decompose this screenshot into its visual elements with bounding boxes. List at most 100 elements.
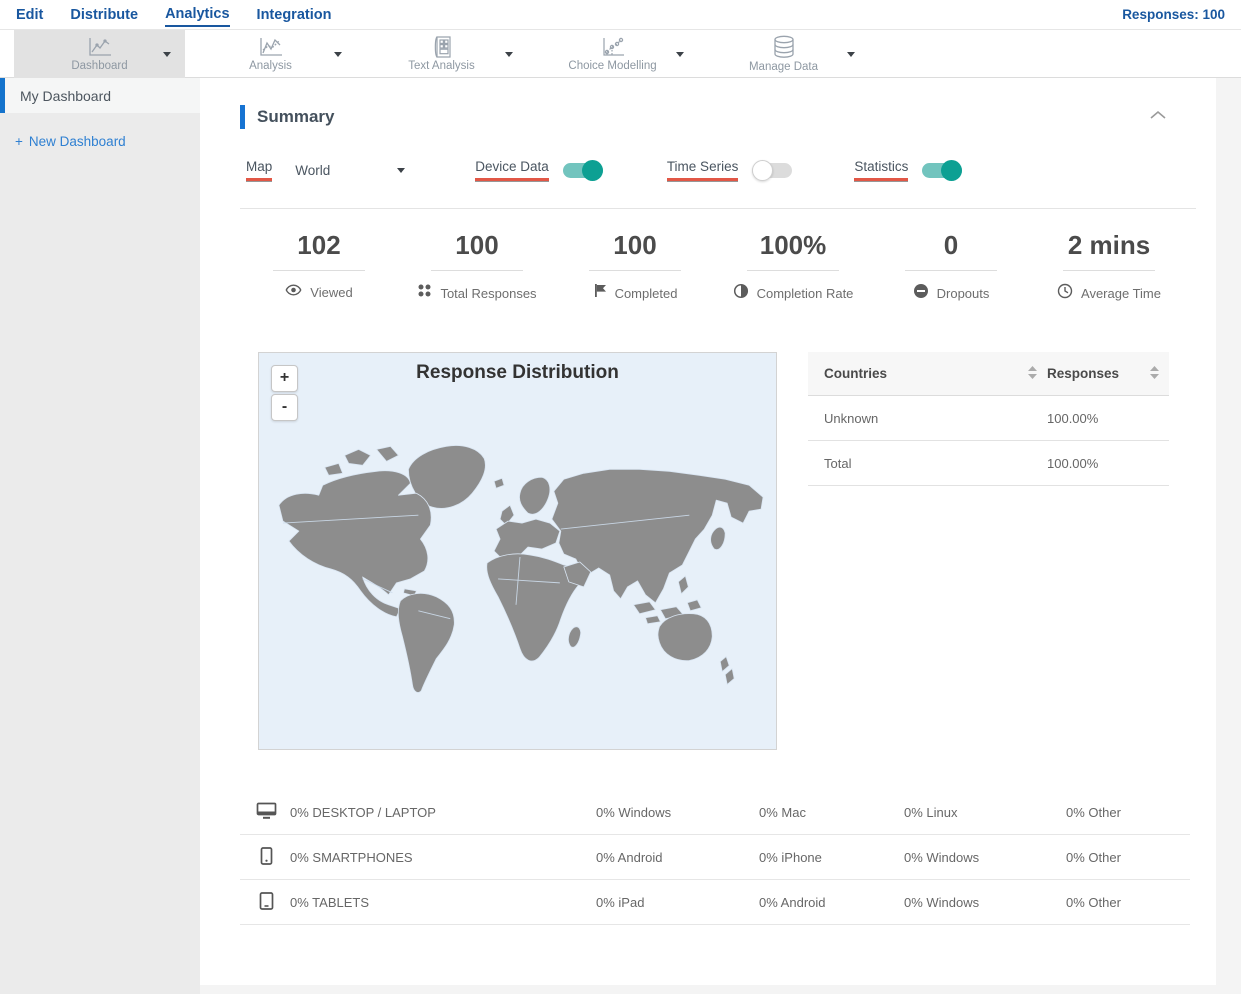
toolbar-item-analysis[interactable]: Analysis [185, 30, 356, 78]
countries-table-header: Countries Responses [808, 352, 1169, 396]
toolbar-item-choice-modelling[interactable]: Choice Modelling [527, 30, 698, 78]
stat-value: 2 mins [1067, 230, 1151, 260]
top-nav: Edit Distribute Analytics Integration Re… [0, 0, 1241, 30]
toolbar-item-manage-data[interactable]: Manage Data [698, 30, 869, 78]
zoom-in-button[interactable]: + [271, 365, 298, 392]
document-grid-icon [429, 36, 455, 58]
smartphone-icon [256, 846, 277, 868]
stat-value: 100% [759, 230, 827, 260]
stat-label: Average Time [1081, 286, 1161, 301]
table-row: 0% SMARTPHONES 0% Android 0% iPhone 0% W… [240, 835, 1190, 880]
nav-item-distribute[interactable]: Distribute [70, 3, 138, 26]
stat-total-responses: 100 Total Responses [398, 230, 556, 304]
toggle-knob [581, 159, 603, 181]
responses-count: Responses: 100 [1122, 7, 1225, 22]
map-label: Map [246, 159, 273, 181]
column-header-label: Responses [1047, 366, 1120, 381]
table-row: 0% TABLETS 0% iPad 0% Android 0% Windows… [240, 880, 1190, 925]
stat-completed: 100 Completed [556, 230, 714, 304]
map-zoom-controls: + - [271, 365, 298, 421]
time-series-label: Time Series [666, 159, 739, 181]
desktop-icon [256, 802, 277, 822]
device-stat: 0% Other [1066, 849, 1121, 865]
toggle-knob [941, 159, 963, 181]
table-row: Total 100.00% [808, 441, 1169, 486]
table-row: Unknown 100.00% [808, 396, 1169, 441]
new-dashboard-button[interactable]: + New Dashboard [0, 134, 200, 149]
flag-icon [593, 283, 607, 303]
device-stat: 0% Android [596, 849, 663, 865]
sidebar-item-my-dashboard[interactable]: My Dashboard [0, 78, 200, 113]
chevron-down-icon [676, 52, 684, 57]
country-responses: 100.00% [1047, 455, 1099, 471]
device-label: 0% TABLETS [290, 894, 369, 910]
responses-column-header[interactable]: Responses [1047, 365, 1159, 382]
stat-dropouts: 0 Dropouts [872, 230, 1030, 304]
map-section: Response Distribution + - Countries Resp… [240, 352, 1196, 750]
tablet-icon [256, 891, 277, 913]
map-region-select[interactable]: World [295, 163, 406, 178]
statistics-label: Statistics [854, 159, 909, 181]
stat-viewed: 102 Viewed [240, 230, 398, 304]
chevron-up-icon[interactable] [1148, 108, 1168, 126]
divider [240, 208, 1196, 209]
clock-icon [1057, 283, 1073, 304]
stat-label: Completion Rate [756, 286, 854, 301]
statistics-toggle[interactable] [922, 159, 963, 181]
nav-item-edit[interactable]: Edit [16, 3, 43, 26]
country-name: Total [824, 455, 852, 471]
contrast-circle-icon [733, 283, 749, 304]
accent-bar [240, 105, 245, 129]
sort-icon[interactable] [1028, 365, 1037, 382]
toolbar-item-label: Dashboard [71, 60, 128, 72]
toolbar-item-dashboard[interactable]: Dashboard [14, 30, 185, 78]
scatter-chart-icon [600, 36, 626, 58]
stat-label: Completed [614, 285, 678, 301]
section-title: Summary [257, 107, 335, 126]
toolbar-item-label: Analysis [249, 60, 292, 72]
stat-label: Total Responses [440, 285, 537, 301]
world-map[interactable] [259, 353, 776, 749]
countries-column-header[interactable]: Countries [824, 365, 1047, 382]
country-responses: 100.00% [1047, 410, 1099, 426]
stat-value: 100 [455, 230, 499, 260]
new-dashboard-label: New Dashboard [28, 134, 126, 149]
summary-header: Summary [240, 105, 1196, 129]
minus-circle-icon [913, 283, 929, 304]
chevron-down-icon [163, 52, 171, 57]
sidebar-item-label: My Dashboard [20, 87, 112, 104]
nav-item-integration[interactable]: Integration [257, 3, 332, 26]
chevron-down-icon [334, 52, 342, 57]
response-map-panel: Response Distribution + - [258, 352, 777, 750]
stat-completion-rate: 100% Completion Rate [714, 230, 872, 304]
chevron-down-icon [505, 52, 513, 57]
zoom-out-button[interactable]: - [271, 394, 298, 421]
device-stat: 0% Windows [904, 894, 980, 910]
plus-icon: + [15, 134, 23, 149]
toolbar-item-label: Manage Data [748, 61, 819, 73]
device-stat: 0% iPad [596, 894, 645, 910]
dashboard-sidebar: My Dashboard + New Dashboard [0, 78, 200, 994]
country-name: Unknown [824, 410, 879, 426]
stat-value: 102 [297, 230, 341, 260]
sort-icon[interactable] [1150, 365, 1159, 382]
summary-controls: Map World Device Data Time Series Statis… [240, 159, 1196, 181]
device-stat: 0% Android [759, 894, 826, 910]
toolbar-item-text-analysis[interactable]: Text Analysis [356, 30, 527, 78]
device-stat: 0% Other [1066, 804, 1121, 820]
time-series-toggle[interactable] [752, 159, 793, 181]
device-label: 0% SMARTPHONES [290, 849, 413, 865]
device-label: 0% DESKTOP / LAPTOP [290, 804, 436, 820]
nav-item-analytics[interactable]: Analytics [165, 2, 230, 27]
device-stat: 0% Mac [759, 804, 806, 820]
device-stat: 0% Windows [904, 849, 980, 865]
device-data-table: 0% DESKTOP / LAPTOP 0% Windows 0% Mac 0%… [240, 790, 1190, 925]
line-chart-icon [87, 36, 113, 58]
countries-table: Countries Responses Unknown 100.00% Tota… [808, 352, 1169, 750]
chevron-down-icon [847, 52, 855, 57]
summary-panel: Summary Map World Device Data Time Serie… [200, 78, 1216, 985]
device-stat: 0% Windows [596, 804, 672, 820]
device-data-toggle[interactable] [562, 159, 603, 181]
stat-label: Viewed [310, 285, 353, 300]
table-row: 0% DESKTOP / LAPTOP 0% Windows 0% Mac 0%… [240, 790, 1190, 835]
